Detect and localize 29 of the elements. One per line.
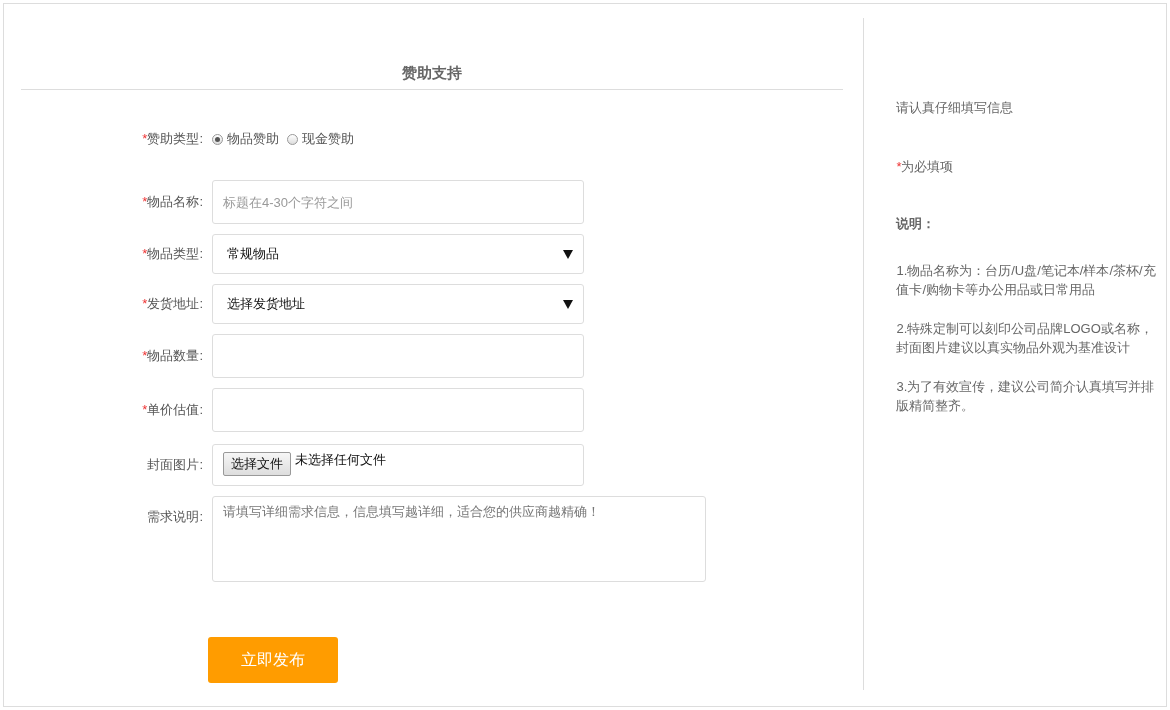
- input-field[interactable]: 标题在4-30个字符之间: [212, 180, 584, 224]
- field-label: 需求说明:: [146, 508, 203, 526]
- note-text: 2.特殊定制可以刻印公司品牌LOGO或名称，封面图片建议以真实物品外观为基准设计: [896, 320, 1154, 357]
- radio-label[interactable]: 现金赞助: [302, 130, 354, 148]
- input-field[interactable]: [212, 388, 584, 432]
- note-text: 1.物品名称为：台历/U盘/笔记本/样本/茶杯/充值卡/购物卡等办公用品或日常用品: [896, 262, 1156, 299]
- file-status: 未选择任何文件: [295, 451, 386, 469]
- field-label: *物品名称:: [141, 193, 203, 211]
- choose-file-button[interactable]: 选择文件: [223, 452, 291, 476]
- note-text: 3.为了有效宣传，建议公司简介认真填写并排版精简整齐。: [896, 378, 1156, 415]
- input-field[interactable]: [212, 334, 584, 378]
- caret-icon: [563, 249, 573, 259]
- field-label: 封面图片:: [146, 456, 203, 474]
- description-field[interactable]: 请填写详细需求信息，信息填写越详细，适合您的供应商越精确！: [212, 496, 706, 582]
- field-label: *物品类型:: [141, 245, 203, 263]
- notes-title: 说明：: [896, 215, 937, 233]
- field-label: *赞助类型:: [141, 130, 203, 148]
- intro-text: 请认真仔细填写信息: [896, 99, 1015, 117]
- radio-button[interactable]: [287, 133, 298, 145]
- field-label: *物品数量:: [141, 347, 203, 365]
- dropdown[interactable]: 选择发货地址: [212, 284, 584, 324]
- field-label: *单价估值:: [141, 401, 203, 419]
- form-title: 赞助支持: [21, 18, 844, 90]
- caret-icon: [563, 299, 573, 309]
- field-label: *发货地址:: [141, 295, 203, 313]
- dropdown[interactable]: 常规物品: [212, 234, 584, 274]
- required-note: *为必填项: [896, 158, 955, 176]
- radio-label[interactable]: 物品赞助: [227, 130, 279, 148]
- radio-button[interactable]: [212, 133, 223, 145]
